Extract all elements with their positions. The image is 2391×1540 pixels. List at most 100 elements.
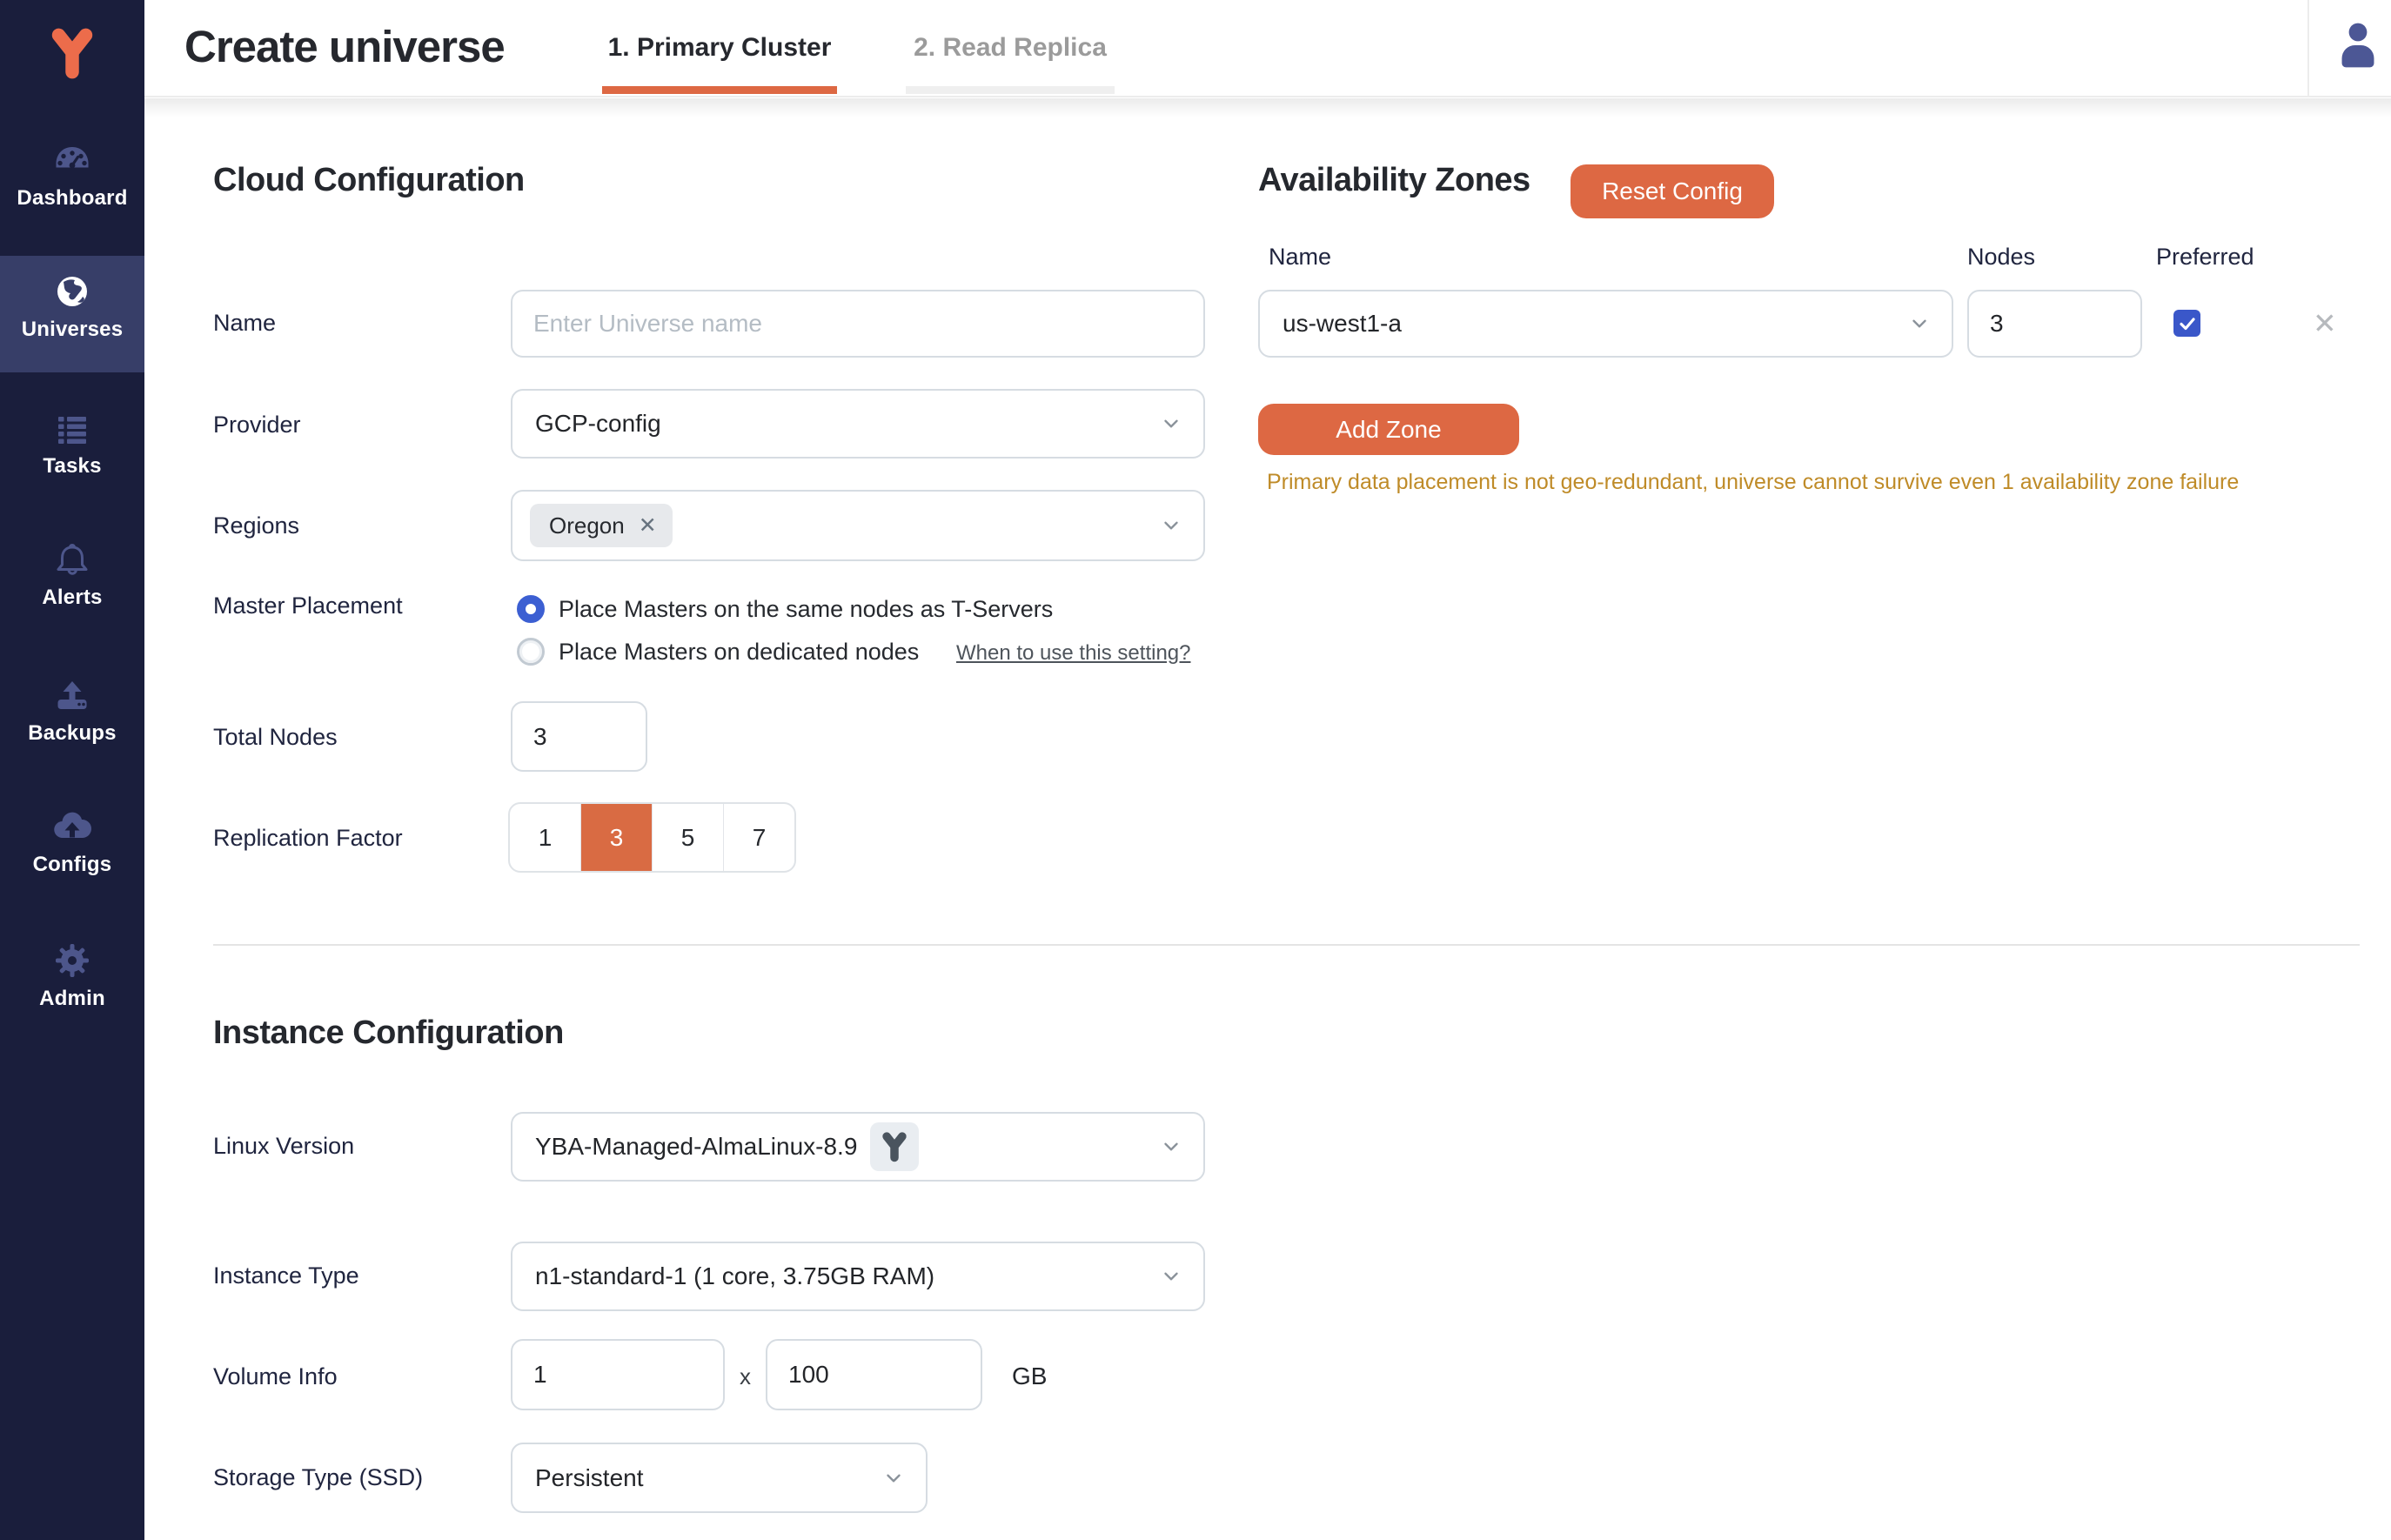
sidebar-item-admin[interactable]: Admin xyxy=(0,940,144,1011)
regions-label: Regions xyxy=(213,512,300,539)
linux-version-select[interactable]: YBA-Managed-AlmaLinux-8.9 xyxy=(511,1112,1205,1182)
gear-icon xyxy=(51,940,93,981)
chevron-down-icon xyxy=(1908,312,1931,335)
chevron-down-icon xyxy=(1160,1135,1182,1158)
sidebar: Dashboard Universes Tasks Alerts Backups… xyxy=(0,0,144,1540)
chevron-down-icon xyxy=(1160,412,1182,435)
remove-zone-icon[interactable]: ✕ xyxy=(2313,309,2337,338)
universe-name-field[interactable] xyxy=(511,290,1205,358)
add-zone-button[interactable]: Add Zone xyxy=(1258,404,1519,455)
radio-dedicated-nodes-label: Place Masters on dedicated nodes xyxy=(559,639,920,665)
region-chip-label: Oregon xyxy=(549,512,625,539)
tab-label: 2. Read Replica xyxy=(914,33,1107,62)
header-divider xyxy=(2307,0,2309,96)
replication-factor-group: 1 3 5 7 xyxy=(508,802,796,873)
volume-size-input[interactable] xyxy=(767,1341,981,1409)
radio-same-nodes-label: Place Masters on the same nodes as T-Ser… xyxy=(559,596,1054,622)
reset-config-button[interactable]: Reset Config xyxy=(1571,164,1774,218)
storage-type-label: Storage Type (SSD) xyxy=(213,1464,424,1490)
rf-option-5[interactable]: 5 xyxy=(653,804,724,871)
sidebar-item-dashboard[interactable]: Dashboard xyxy=(0,139,144,211)
sidebar-item-label: Admin xyxy=(39,987,105,1010)
replication-factor-label: Replication Factor xyxy=(213,825,403,851)
user-avatar-icon[interactable] xyxy=(2334,19,2382,73)
sidebar-item-label: Tasks xyxy=(43,454,102,478)
zone-nodes-field[interactable] xyxy=(1967,290,2142,358)
provider-label: Provider xyxy=(213,412,301,438)
provider-value: GCP-config xyxy=(535,410,661,437)
region-chip: Oregon ✕ xyxy=(530,504,673,547)
volume-info-label: Volume Info xyxy=(213,1363,338,1389)
page-title: Create universe xyxy=(184,22,506,71)
zone-name-value: us-west1-a xyxy=(1283,310,1402,337)
az-col-name: Name xyxy=(1269,244,1332,270)
linux-version-value: YBA-Managed-AlmaLinux-8.9 xyxy=(535,1133,858,1160)
chevron-down-icon xyxy=(882,1467,905,1490)
total-nodes-label: Total Nodes xyxy=(213,724,338,750)
gauge-icon xyxy=(51,139,93,181)
chevron-down-icon xyxy=(1160,1265,1182,1288)
total-nodes-field[interactable] xyxy=(511,701,647,772)
instance-type-label: Instance Type xyxy=(213,1262,359,1289)
instance-config-heading: Instance Configuration xyxy=(213,1014,564,1051)
sidebar-item-configs[interactable]: Configs xyxy=(0,806,144,877)
section-divider xyxy=(213,944,2360,946)
geo-redundancy-warning: Primary data placement is not geo-redund… xyxy=(1267,470,2240,494)
az-col-preferred: Preferred xyxy=(2156,244,2254,270)
instance-type-value: n1-standard-1 (1 core, 3.75GB RAM) xyxy=(535,1262,935,1289)
provider-select[interactable]: GCP-config xyxy=(511,389,1205,459)
volume-unit: GB xyxy=(1012,1363,1048,1389)
tab-active-underline xyxy=(602,86,837,94)
zone-name-select[interactable]: us-west1-a xyxy=(1258,290,1953,358)
volume-size-field[interactable] xyxy=(766,1339,982,1410)
tab-inactive-underline xyxy=(906,86,1115,94)
tab-read-replica[interactable]: 2. Read Replica xyxy=(906,0,1115,96)
sidebar-item-label: Dashboard xyxy=(17,186,128,210)
instance-type-select[interactable]: n1-standard-1 (1 core, 3.75GB RAM) xyxy=(511,1242,1205,1311)
sidebar-item-backups[interactable]: Backups xyxy=(0,674,144,746)
backup-upload-icon xyxy=(51,674,93,716)
rf-option-7[interactable]: 7 xyxy=(724,804,794,871)
region-chip-remove-icon[interactable]: ✕ xyxy=(639,512,657,539)
name-label: Name xyxy=(213,310,277,336)
radio-dedicated-nodes[interactable] xyxy=(517,638,545,666)
volume-count-input[interactable] xyxy=(512,1341,723,1409)
sidebar-item-tasks[interactable]: Tasks xyxy=(0,407,144,479)
header: Create universe 1. Primary Cluster 2. Re… xyxy=(144,0,2391,97)
total-nodes-input[interactable] xyxy=(512,703,646,770)
cloud-upload-icon xyxy=(51,806,93,847)
header-shadow xyxy=(144,98,2391,117)
master-placement-label: Master Placement xyxy=(213,593,403,619)
yba-managed-badge-icon xyxy=(870,1122,919,1171)
zone-nodes-input[interactable] xyxy=(1969,291,2140,356)
universe-name-input[interactable] xyxy=(512,291,1203,356)
storage-type-select[interactable]: Persistent xyxy=(511,1443,928,1513)
radio-same-nodes[interactable] xyxy=(517,595,545,623)
yugabyte-logo-icon[interactable] xyxy=(44,24,101,82)
sidebar-item-label: Configs xyxy=(32,853,112,876)
storage-type-value: Persistent xyxy=(535,1463,644,1491)
rf-option-3[interactable]: 3 xyxy=(581,804,653,871)
availability-zones-heading: Availability Zones xyxy=(1258,162,1530,198)
cloud-config-heading: Cloud Configuration xyxy=(213,162,525,198)
linux-version-label: Linux Version xyxy=(213,1133,355,1159)
globe-icon xyxy=(51,271,93,312)
tab-primary-cluster[interactable]: 1. Primary Cluster xyxy=(602,0,837,96)
bell-icon xyxy=(51,539,93,580)
regions-multiselect[interactable]: Oregon ✕ xyxy=(511,490,1205,561)
sidebar-item-label: Universes xyxy=(21,318,124,341)
sidebar-item-universes[interactable]: Universes xyxy=(0,271,144,342)
create-universe-page: Dashboard Universes Tasks Alerts Backups… xyxy=(0,0,2391,1540)
volume-multiplier: x xyxy=(740,1363,751,1389)
sidebar-item-label: Alerts xyxy=(42,586,103,609)
tab-label: 1. Primary Cluster xyxy=(607,33,832,62)
sidebar-item-alerts[interactable]: Alerts xyxy=(0,539,144,610)
preferred-checkbox[interactable] xyxy=(2173,310,2200,337)
rf-option-1[interactable]: 1 xyxy=(510,804,581,871)
sidebar-item-label: Backups xyxy=(28,721,117,745)
volume-count-field[interactable] xyxy=(511,1339,725,1410)
when-to-use-link[interactable]: When to use this setting? xyxy=(956,641,1190,666)
tasks-icon xyxy=(51,407,93,449)
az-col-nodes: Nodes xyxy=(1967,244,2036,270)
chevron-down-icon xyxy=(1160,514,1182,537)
